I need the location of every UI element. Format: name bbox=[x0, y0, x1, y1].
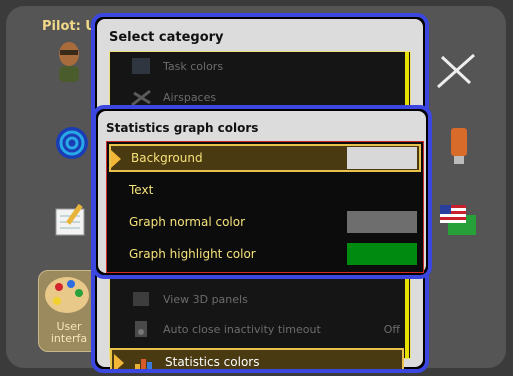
list-item-graph-highlight-color[interactable]: Graph highlight color bbox=[109, 240, 421, 268]
list-item-view-3d-panels[interactable]: View 3D panels bbox=[110, 285, 404, 313]
statistics-graph-colors-dialog: Statistics graph colors Background Text … bbox=[92, 105, 432, 279]
list-item-auto-close-timeout[interactable]: Auto close inactivity timeout Off bbox=[110, 315, 404, 343]
list-item-value: Off bbox=[383, 322, 400, 336]
airspaces-icon bbox=[130, 87, 152, 107]
list-item-label: Task colors bbox=[163, 59, 224, 73]
pilot-avatar-icon[interactable] bbox=[51, 38, 87, 82]
device-screen: Pilot: U User interfa Select category Ta… bbox=[0, 0, 513, 376]
list-item-label: Airspaces bbox=[163, 90, 217, 104]
statistics-graph-colors-title: Statistics graph colors bbox=[106, 121, 259, 135]
list-item-label: Text bbox=[129, 183, 154, 197]
list-item-label: Background bbox=[131, 151, 203, 165]
language-flags-icon[interactable] bbox=[438, 201, 480, 239]
airplane-icon[interactable] bbox=[434, 51, 478, 91]
view-3d-icon bbox=[130, 289, 152, 309]
list-item-label: Auto close inactivity timeout bbox=[163, 322, 321, 336]
list-item-label: Statistics colors bbox=[165, 355, 260, 369]
color-swatch-graph-highlight bbox=[347, 243, 417, 265]
usb-drive-icon[interactable] bbox=[446, 126, 472, 166]
spiral-icon[interactable] bbox=[55, 126, 89, 160]
palette-icon bbox=[45, 277, 89, 313]
notepad-icon[interactable] bbox=[52, 201, 90, 239]
timer-icon bbox=[130, 319, 152, 339]
statistics-graph-colors-panel: Statistics graph colors Background Text … bbox=[98, 111, 426, 273]
pilot-label: Pilot: U bbox=[42, 19, 96, 34]
select-category-title: Select category bbox=[109, 30, 224, 45]
statistics-icon bbox=[132, 354, 154, 369]
selection-arrow-icon bbox=[114, 354, 124, 369]
list-item-text[interactable]: Text bbox=[109, 176, 421, 204]
color-settings-list[interactable]: Background Text Graph normal color Graph… bbox=[106, 141, 424, 273]
color-swatch-background bbox=[347, 147, 417, 169]
list-item-background[interactable]: Background bbox=[109, 144, 421, 172]
color-swatch-graph-normal bbox=[347, 211, 417, 233]
list-item-task-colors[interactable]: Task colors bbox=[110, 52, 404, 80]
task-colors-icon bbox=[130, 56, 152, 76]
list-item-statistics-colors[interactable]: Statistics colors bbox=[110, 348, 404, 369]
selection-arrow-icon bbox=[111, 150, 121, 168]
list-item-label: Graph normal color bbox=[129, 215, 246, 229]
list-item-graph-normal-color[interactable]: Graph normal color bbox=[109, 208, 421, 236]
list-item-label: Graph highlight color bbox=[129, 247, 256, 261]
user-interface-label: User interfa bbox=[50, 320, 88, 345]
list-item-label: View 3D panels bbox=[163, 292, 248, 306]
